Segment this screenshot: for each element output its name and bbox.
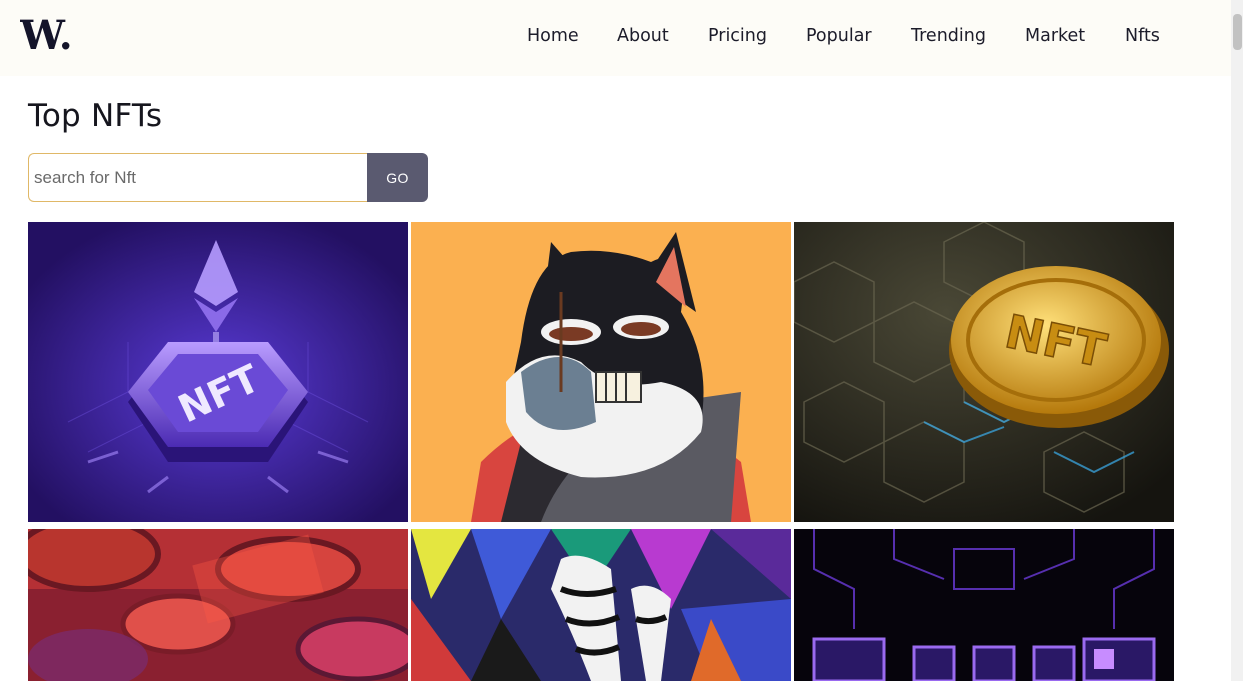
nft-image: NFT <box>794 222 1174 522</box>
nft-image <box>28 529 408 681</box>
search-input[interactable] <box>28 153 368 202</box>
go-button[interactable]: GO <box>367 153 428 202</box>
nav-home[interactable]: Home <box>527 26 579 46</box>
nft-card-red-coins[interactable] <box>28 529 408 681</box>
nav-market[interactable]: Market <box>1025 26 1085 46</box>
nft-image <box>411 529 791 681</box>
nav-nfts[interactable]: Nfts <box>1125 26 1160 46</box>
scrollbar-thumb[interactable] <box>1233 14 1242 50</box>
nft-card-ethereum[interactable]: NFT <box>28 222 408 522</box>
nft-image <box>411 222 791 522</box>
nft-card-coin[interactable]: NFT <box>794 222 1174 522</box>
nav-trending[interactable]: Trending <box>911 26 986 46</box>
nav-popular[interactable]: Popular <box>806 26 872 46</box>
nft-image <box>794 529 1174 681</box>
nft-card-dog[interactable] <box>411 222 791 522</box>
nft-card-abstract[interactable] <box>411 529 791 681</box>
nav-about[interactable]: About <box>617 26 669 46</box>
header: W. Home About Pricing Popular Trending M… <box>0 0 1231 76</box>
nft-card-neon-blocks[interactable] <box>794 529 1174 681</box>
scrollbar-track[interactable] <box>1231 0 1243 681</box>
nav-pricing[interactable]: Pricing <box>708 26 767 46</box>
nft-image: NFT <box>28 222 408 522</box>
page-title: Top NFTs <box>28 98 163 134</box>
main-nav: Home About Pricing Popular Trending Mark… <box>0 26 1231 50</box>
